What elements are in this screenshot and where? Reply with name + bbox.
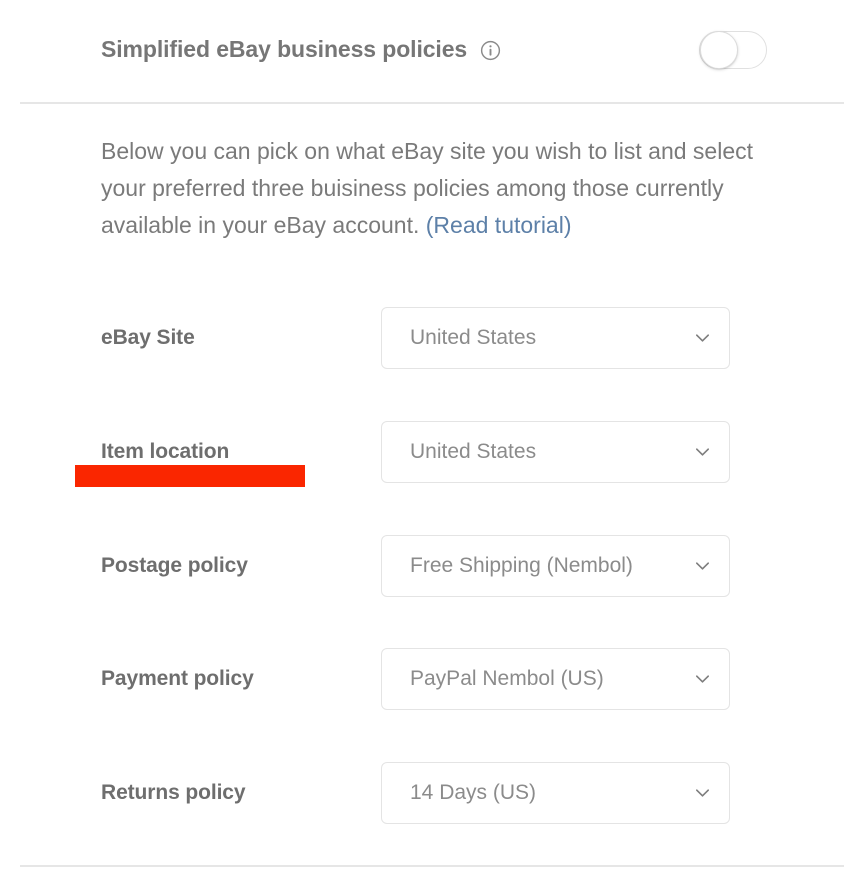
select-value-payment-policy: PayPal Nembol (US) (410, 667, 604, 690)
panel-header-title-group: Simplified eBay business policies (101, 34, 501, 64)
label-ebay-site: eBay Site (101, 326, 195, 349)
form-row-returns-policy: Returns policy 14 Days (US) (0, 762, 863, 824)
label-postage-policy: Postage policy (101, 554, 248, 577)
form-row-ebay-site: eBay Site United States (0, 307, 863, 369)
divider-bottom (20, 865, 844, 867)
form-row-postage-policy: Postage policy Free Shipping (Nembol) (0, 535, 863, 597)
divider-top (20, 102, 844, 104)
select-returns-policy[interactable]: 14 Days (US) (381, 762, 730, 824)
label-item-location: Item location (101, 440, 230, 463)
form-row-payment-policy: Payment policy PayPal Nembol (US) (0, 648, 863, 710)
select-payment-policy[interactable]: PayPal Nembol (US) (381, 648, 730, 710)
ebay-business-policies-panel: Simplified eBay business policies Below … (0, 0, 863, 878)
page-title: Simplified eBay business policies (101, 36, 468, 62)
select-value-returns-policy: 14 Days (US) (410, 781, 537, 804)
select-value-item-location: United States (410, 440, 537, 463)
label-returns-policy: Returns policy (101, 781, 246, 804)
simplified-policies-toggle[interactable] (699, 31, 767, 69)
toggle-knob (700, 31, 738, 69)
read-tutorial-link[interactable]: (Read tutorial) (426, 212, 572, 238)
item-location-highlight (75, 465, 305, 487)
select-value-postage-policy: Free Shipping (Nembol) (410, 554, 633, 577)
select-item-location[interactable]: United States (381, 421, 730, 483)
label-payment-policy: Payment policy (101, 667, 254, 690)
select-ebay-site[interactable]: United States (381, 307, 730, 369)
select-value-ebay-site: United States (410, 326, 537, 349)
panel-header: Simplified eBay business policies (0, 0, 863, 103)
select-postage-policy[interactable]: Free Shipping (Nembol) (381, 535, 730, 597)
info-circle-icon[interactable] (480, 38, 501, 61)
panel-description: Below you can pick on what eBay site you… (101, 133, 801, 244)
